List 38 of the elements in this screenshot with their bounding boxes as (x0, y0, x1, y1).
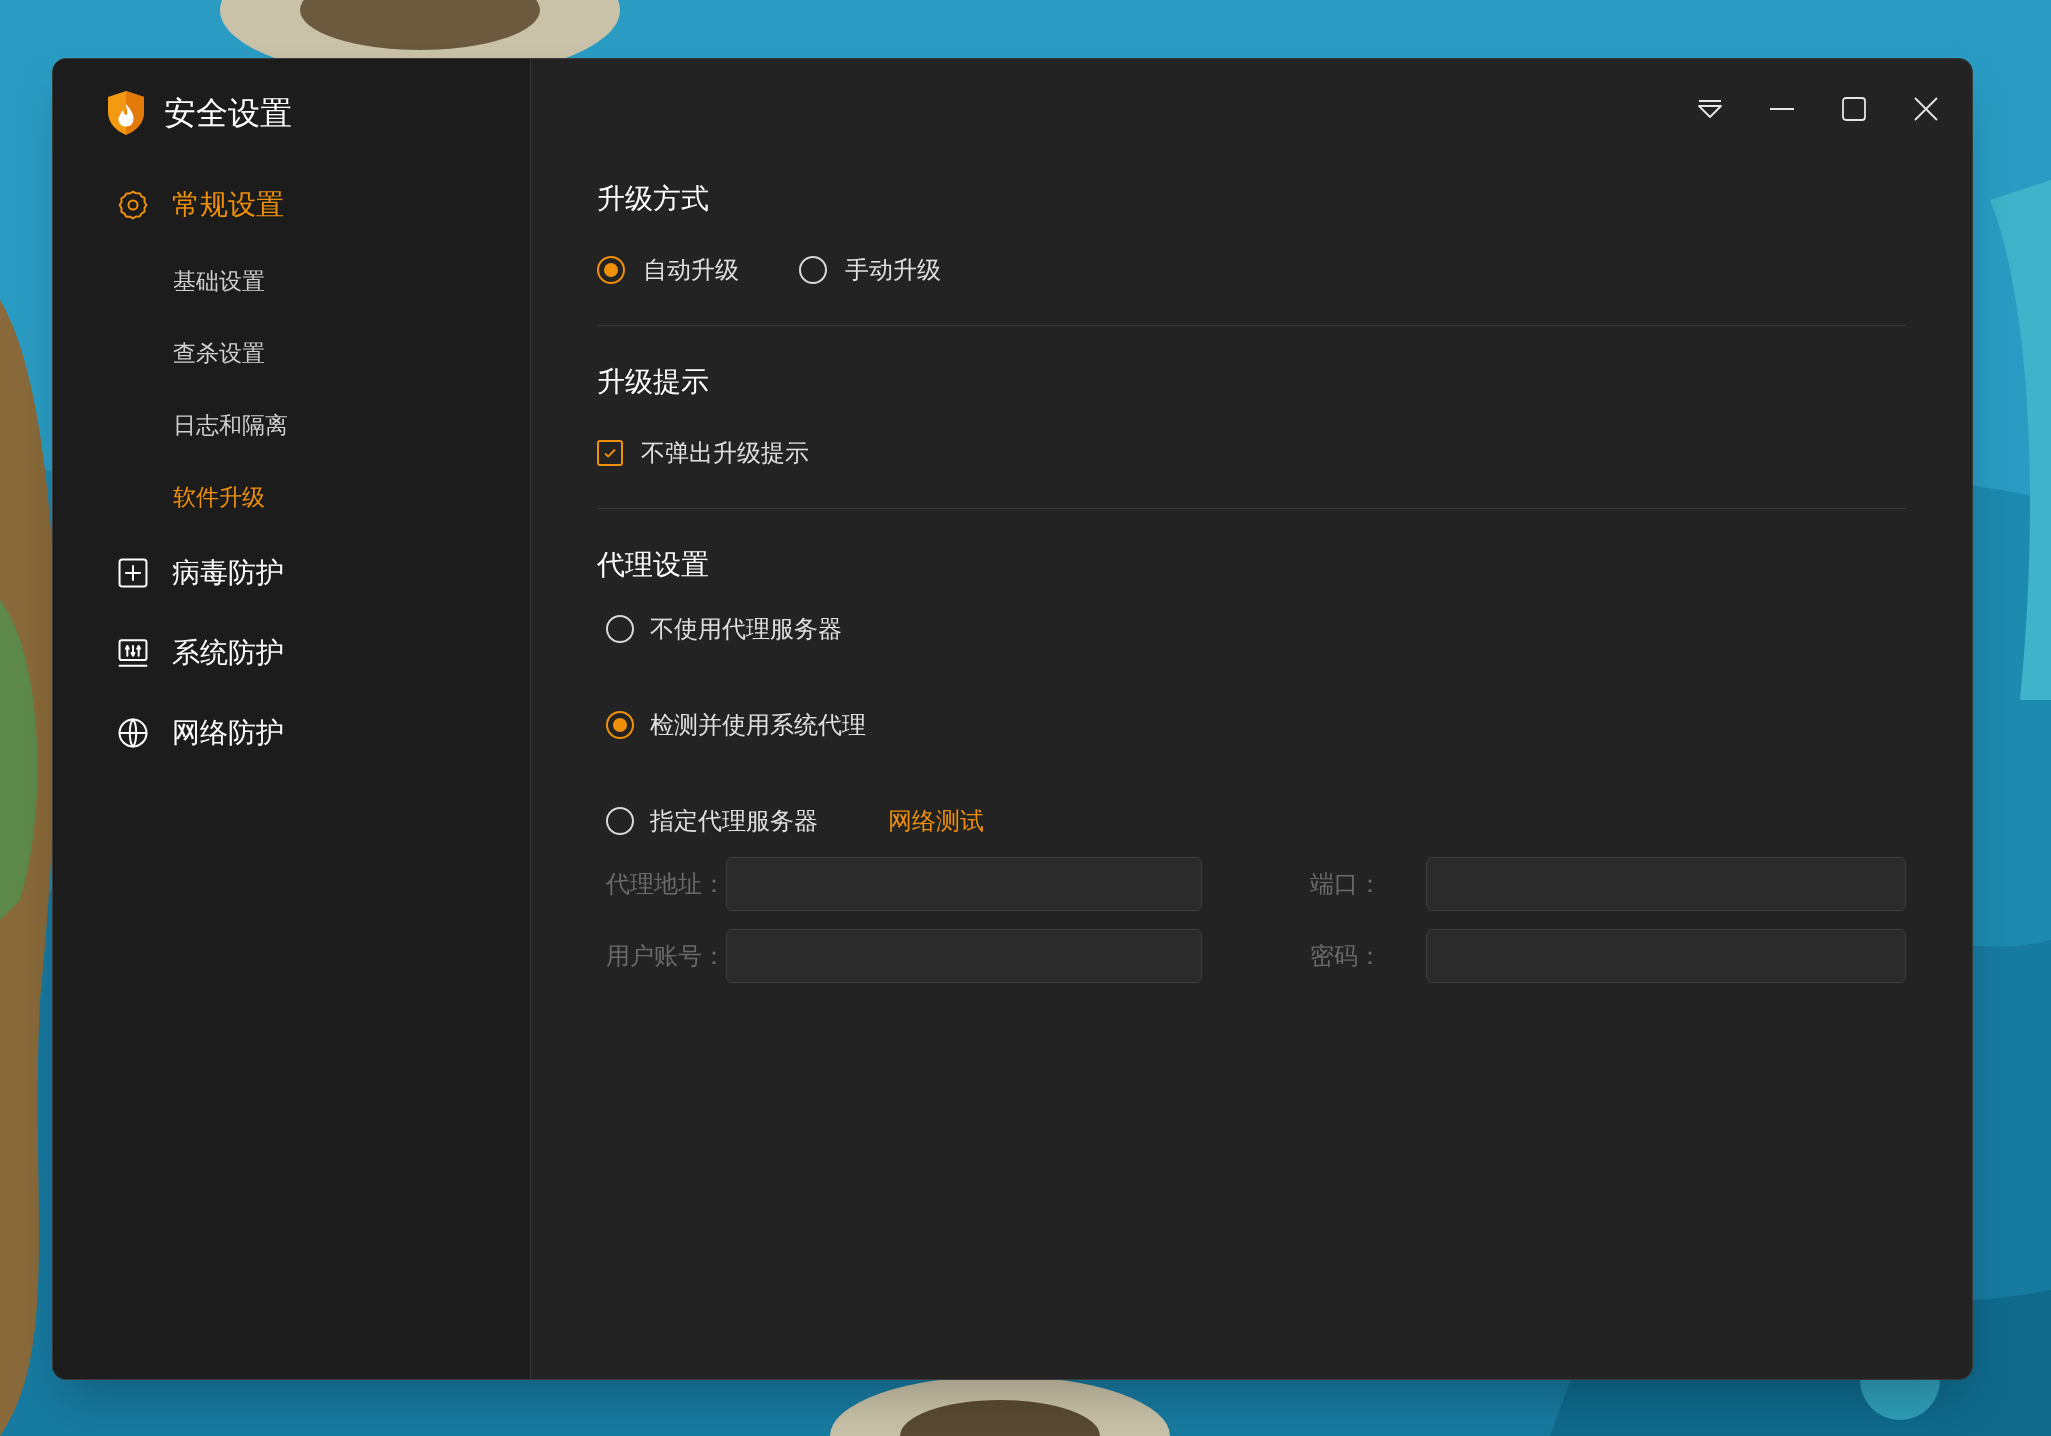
close-icon (1913, 96, 1939, 122)
radio-label: 检测并使用系统代理 (650, 710, 866, 740)
nav-subitem[interactable]: 基础设置 (53, 245, 530, 317)
radio-button[interactable] (606, 615, 634, 643)
monitor-sliders-icon (116, 636, 150, 670)
radio-button[interactable] (606, 711, 634, 739)
app-title: 安全设置 (164, 94, 292, 133)
field-label: 用户账号： (606, 941, 726, 971)
nav-item[interactable]: 系统防护 (53, 613, 530, 693)
field-label: 端口： (1310, 869, 1382, 899)
network-test-link[interactable]: 网络测试 (888, 803, 984, 839)
nav-item[interactable]: 网络防护 (53, 693, 530, 773)
nav-item[interactable]: 病毒防护 (53, 533, 530, 613)
radio-button[interactable] (606, 807, 634, 835)
radio-label: 指定代理服务器 (650, 806, 818, 836)
plus-square-icon (116, 556, 150, 590)
section-heading: 代理设置 (597, 548, 710, 582)
radio-label: 不使用代理服务器 (650, 614, 842, 644)
section-heading: 升级提示 (597, 365, 710, 399)
nav-item[interactable]: 常规设置 (53, 165, 530, 245)
checkbox-label: 不弹出升级提示 (641, 438, 809, 468)
field-label: 代理地址： (606, 869, 726, 899)
nav-subitem[interactable]: 软件升级 (53, 461, 530, 533)
section-heading: 升级方式 (597, 182, 710, 216)
field-label: 密码： (1310, 941, 1382, 971)
shield-flame-logo (106, 90, 146, 136)
globe-icon (116, 716, 150, 750)
nav-subitem[interactable]: 日志和隔离 (53, 389, 530, 461)
radio-label: 自动升级 (643, 255, 739, 285)
maximize-icon (1841, 96, 1867, 122)
radio-button[interactable] (799, 256, 827, 284)
gear-icon (116, 188, 150, 222)
checkmark-icon (604, 448, 616, 458)
nav-subitem[interactable]: 查杀设置 (53, 317, 530, 389)
minimize-icon (1769, 107, 1795, 111)
radio-button[interactable] (597, 256, 625, 284)
radio-label: 手动升级 (845, 255, 941, 285)
checkbox[interactable] (597, 440, 623, 466)
